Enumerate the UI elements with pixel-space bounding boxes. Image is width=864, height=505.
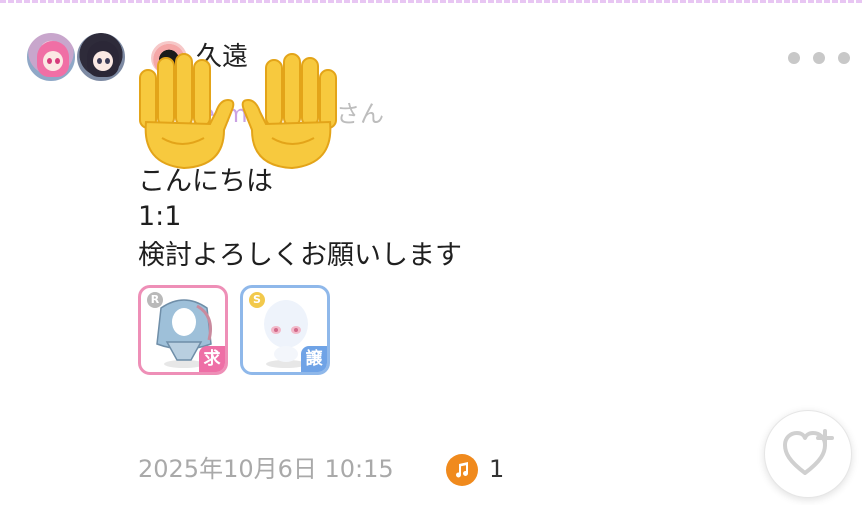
avatar-face xyxy=(93,51,113,71)
give-tag: 譲 xyxy=(301,346,327,372)
post-card: 久遠 ermi さん xyxy=(0,0,864,505)
avatar-face xyxy=(43,51,63,71)
raised-hand-icon xyxy=(236,52,344,172)
note-count: 1 xyxy=(489,455,505,483)
raised-hand-icon xyxy=(132,52,240,172)
avatar-author[interactable] xyxy=(25,31,77,83)
rarity-badge: S xyxy=(249,292,265,308)
avatar-eye xyxy=(47,58,52,64)
post-timestamp: 2025年10月6日 10:15 xyxy=(138,455,394,483)
more-dots-icon[interactable] xyxy=(788,48,850,68)
dot xyxy=(813,52,825,64)
avatar-eye xyxy=(97,58,102,64)
dot xyxy=(838,52,850,64)
message-line: 検討よろしくお願いします xyxy=(138,240,462,271)
top-divider xyxy=(0,0,864,3)
item-card-give[interactable]: S 譲 xyxy=(240,285,330,375)
avatar-eye xyxy=(55,58,60,64)
message-line: こんにちは xyxy=(138,166,273,197)
dot xyxy=(788,52,800,64)
avatar-recipient[interactable] xyxy=(75,31,127,83)
rarity-badge: R xyxy=(147,292,163,308)
message-line: 1:1 xyxy=(138,201,182,232)
heart-plus-icon[interactable] xyxy=(764,410,852,498)
music-note-icon[interactable] xyxy=(446,454,478,486)
item-card-want[interactable]: R 求 xyxy=(138,285,228,375)
want-tag: 求 xyxy=(199,346,225,372)
avatar-eye xyxy=(105,58,110,64)
